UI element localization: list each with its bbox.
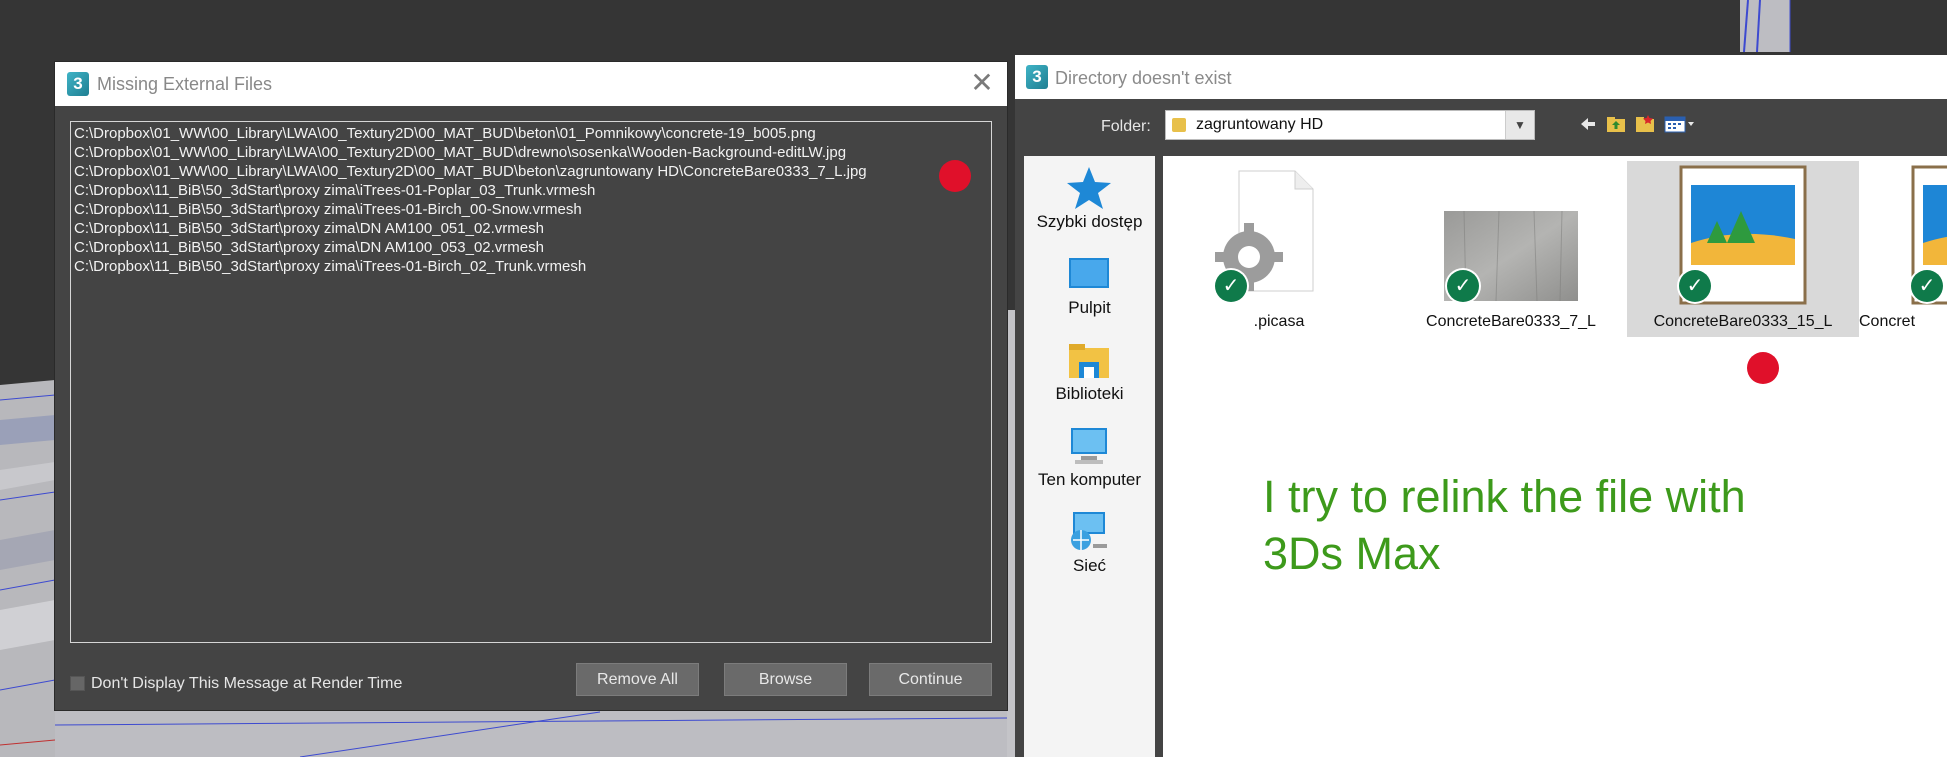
file-view[interactable]: ✓ .picasa ✓ ConcreteBare0333_7_L ✓ Concr… xyxy=(1163,156,1947,757)
list-item[interactable]: C:\Dropbox\11_BiB\50_3dStart\proxy zima\… xyxy=(74,238,991,257)
desktop-icon xyxy=(1069,258,1109,288)
place-network[interactable]: Sieć xyxy=(1024,500,1155,580)
file-item[interactable]: ✓ Concret xyxy=(1859,161,1947,337)
list-item[interactable]: C:\Dropbox\01_WW\00_Library\LWA\00_Textu… xyxy=(74,124,991,143)
star-icon xyxy=(1067,167,1111,209)
computer-icon xyxy=(1071,428,1107,464)
browse-button[interactable]: Browse xyxy=(724,663,847,696)
new-folder-icon[interactable] xyxy=(1634,113,1656,135)
remove-all-button[interactable]: Remove All xyxy=(576,663,699,696)
place-this-pc[interactable]: Ten komputer xyxy=(1024,414,1155,494)
continue-button[interactable]: Continue xyxy=(869,663,992,696)
list-item[interactable]: C:\Dropbox\01_WW\00_Library\LWA\00_Textu… xyxy=(74,143,991,162)
directory-dialog: 3 Directory doesn't exist Folder: zagrun… xyxy=(1015,55,1947,757)
check-icon: ✓ xyxy=(1911,270,1943,302)
file-item[interactable]: ✓ .picasa xyxy=(1163,161,1395,337)
view-menu-icon[interactable] xyxy=(1663,113,1695,135)
file-name: .picasa xyxy=(1253,313,1305,330)
place-label: Sieć xyxy=(1072,556,1107,575)
file-item-selected[interactable]: ✓ ConcreteBare0333_15_L xyxy=(1627,161,1859,337)
place-label: Szybki dostęp xyxy=(1036,212,1143,231)
folder-label: Folder: xyxy=(1101,118,1151,135)
back-arrow-icon[interactable] xyxy=(1577,113,1599,135)
list-item[interactable]: C:\Dropbox\11_BiB\50_3dStart\proxy zima\… xyxy=(74,219,991,238)
up-folder-icon[interactable] xyxy=(1605,113,1627,135)
red-marker-dot xyxy=(1747,352,1779,384)
dialog-title: Missing External Files xyxy=(97,74,273,94)
place-label: Ten komputer xyxy=(1038,470,1141,489)
folder-dropdown[interactable]: zagruntowany HD ▼ xyxy=(1165,110,1535,140)
3dsmax-app-icon: 3 xyxy=(1026,65,1048,89)
missing-files-list[interactable]: C:\Dropbox\01_WW\00_Library\LWA\00_Textu… xyxy=(70,121,992,643)
missing-external-files-dialog: 3 Missing External Files ✕ C:\Dropbox\01… xyxy=(55,62,1007,710)
network-icon xyxy=(1071,512,1107,550)
place-label: Biblioteki xyxy=(1055,384,1124,403)
folder-icon xyxy=(1172,118,1186,132)
check-icon: ✓ xyxy=(1679,270,1711,302)
red-marker-dot xyxy=(939,160,971,192)
annotation-text: I try to relink the file with 3Ds Max xyxy=(1263,471,1746,579)
chevron-down-icon[interactable]: ▼ xyxy=(1505,111,1534,139)
close-icon[interactable]: ✕ xyxy=(969,69,995,97)
file-name: ConcreteBare0333_7_L xyxy=(1426,313,1596,330)
place-libraries[interactable]: Biblioteki xyxy=(1024,328,1155,408)
dialog-titlebar[interactable]: 3 Directory doesn't exist xyxy=(1015,55,1947,99)
libraries-icon xyxy=(1069,344,1109,378)
place-desktop[interactable]: Pulpit xyxy=(1024,242,1155,322)
list-item[interactable]: C:\Dropbox\11_BiB\50_3dStart\proxy zima\… xyxy=(74,257,991,276)
check-icon: ✓ xyxy=(1215,270,1247,302)
file-item[interactable]: ✓ ConcreteBare0333_7_L xyxy=(1395,161,1627,337)
dont-display-label: Don't Display This Message at Render Tim… xyxy=(91,675,403,692)
3dsmax-app-icon: 3 xyxy=(67,72,89,96)
dont-display-checkbox[interactable] xyxy=(70,676,85,691)
list-item[interactable]: C:\Dropbox\11_BiB\50_3dStart\proxy zima\… xyxy=(74,181,991,200)
list-item[interactable]: C:\Dropbox\01_WW\00_Library\LWA\00_Textu… xyxy=(74,162,991,181)
dialog-title: Directory doesn't exist xyxy=(1055,68,1232,88)
place-quick-access[interactable]: Szybki dostęp xyxy=(1024,156,1155,236)
folder-value: zagruntowany HD xyxy=(1196,116,1324,133)
file-name: Concret xyxy=(1859,313,1916,330)
list-item[interactable]: C:\Dropbox\11_BiB\50_3dStart\proxy zima\… xyxy=(74,200,991,219)
file-name: ConcreteBare0333_15_L xyxy=(1653,313,1833,330)
dialog-titlebar[interactable]: 3 Missing External Files ✕ xyxy=(55,62,1007,106)
place-label: Pulpit xyxy=(1068,298,1111,317)
check-icon: ✓ xyxy=(1447,270,1479,302)
places-sidebar: Szybki dostęp Pulpit Biblioteki Ten komp… xyxy=(1024,156,1155,757)
